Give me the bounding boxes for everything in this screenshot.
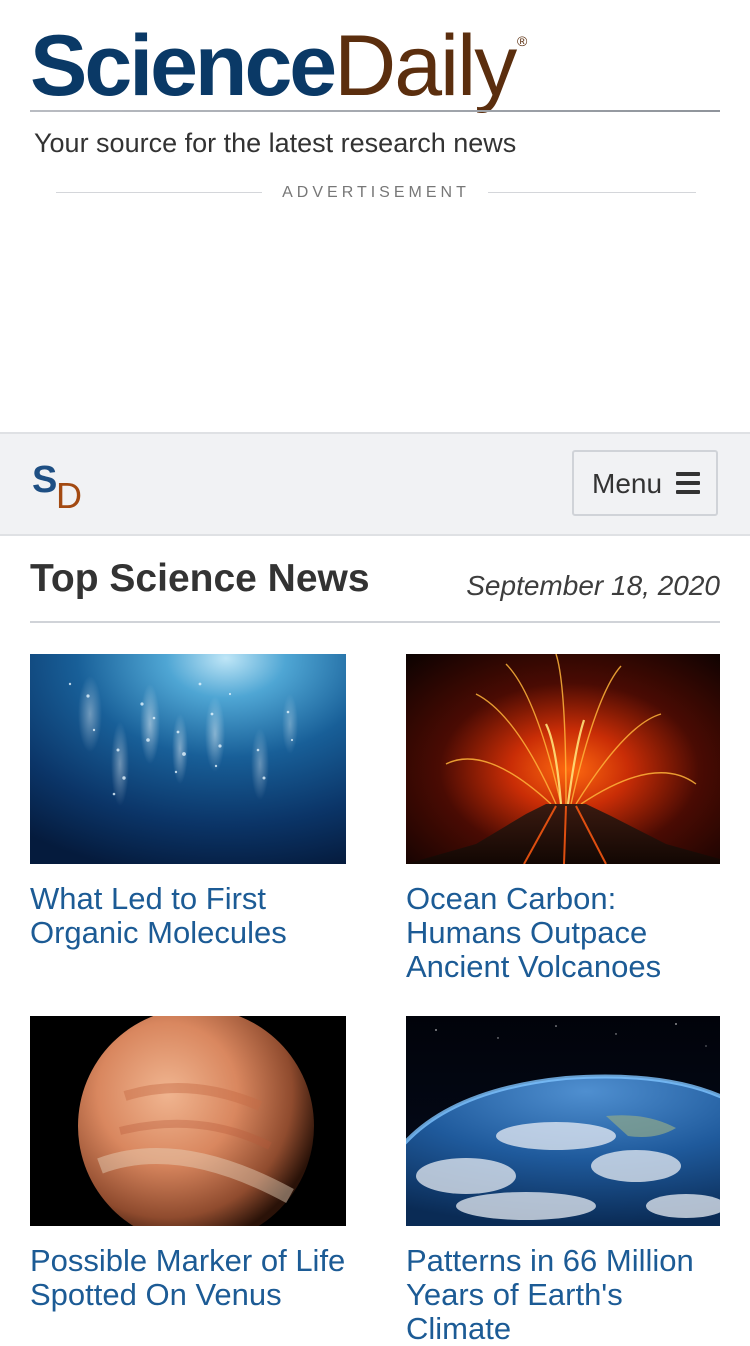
advertisement-label: ADVERTISEMENT <box>282 184 470 201</box>
masthead: ScienceDaily ® Your source for the lates… <box>0 0 750 432</box>
site-tagline: Your source for the latest research news <box>34 128 517 158</box>
logo-d-letter: D <box>56 475 82 516</box>
section-title: Top Science News <box>30 557 370 600</box>
nav-bar: S D Menu <box>0 432 750 536</box>
story-headline[interactable]: Ocean Carbon: Humans Outpace Ancient Vol… <box>406 882 720 984</box>
story-headline[interactable]: What Led to First Organic Molecules <box>30 882 346 950</box>
story-card: Possible Marker of Life Spotted On Venus <box>30 1016 346 1312</box>
logo-underline <box>30 110 720 112</box>
advertisement-slot <box>0 210 750 430</box>
story-headline[interactable]: Patterns in 66 Million Years of Earth's … <box>406 1244 720 1346</box>
menu-button[interactable]: Menu <box>572 450 718 516</box>
advertisement-label-row: ADVERTISEMENT <box>56 182 696 204</box>
section-date: September 18, 2020 <box>466 570 720 601</box>
underwater-bubbles-image[interactable] <box>30 654 346 864</box>
logo-science-text: Science <box>30 18 337 114</box>
earth-from-orbit-image[interactable] <box>406 1016 720 1226</box>
sd-home-logo[interactable]: S D <box>32 456 92 516</box>
logo-s-letter: S <box>32 459 58 501</box>
registered-mark: ® <box>516 33 528 49</box>
divider <box>488 192 696 193</box>
sciencedaily-logo[interactable]: ScienceDaily ® <box>30 18 527 114</box>
logo-daily-text: Daily <box>334 18 517 114</box>
section-header: Top Science News September 18, 2020 <box>30 554 720 624</box>
story-headline[interactable]: Possible Marker of Life Spotted On Venus <box>30 1244 346 1312</box>
planet-venus-image[interactable] <box>30 1016 346 1226</box>
story-card: Patterns in 66 Million Years of Earth's … <box>406 1016 720 1346</box>
story-card: Ocean Carbon: Humans Outpace Ancient Vol… <box>406 654 720 984</box>
hamburger-icon <box>676 472 700 494</box>
erupting-volcano-image[interactable] <box>406 654 720 864</box>
section-divider <box>30 621 720 623</box>
story-card: What Led to First Organic Molecules <box>30 654 346 950</box>
menu-button-label: Menu <box>592 468 663 499</box>
